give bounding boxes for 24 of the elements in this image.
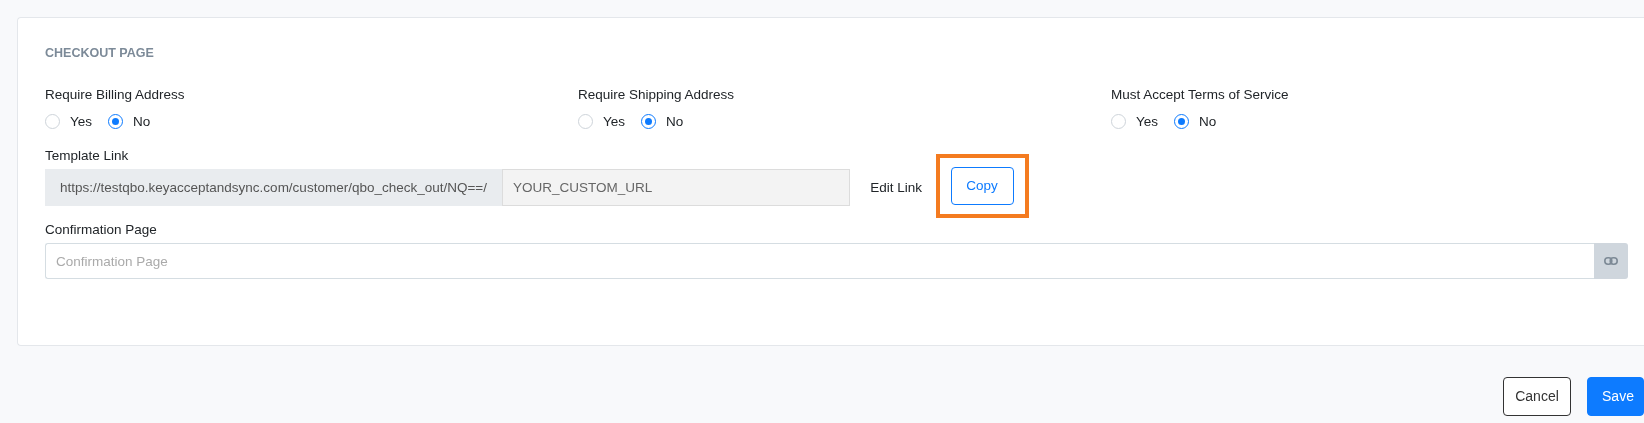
custom-url-field[interactable]: YOUR_CUSTOM_URL <box>502 169 850 207</box>
save-button[interactable]: Save <box>1587 377 1644 416</box>
field-label: Confirmation Page <box>45 220 158 239</box>
edit-link[interactable]: Edit Link <box>870 177 922 198</box>
option-label[interactable]: Yes <box>603 111 626 132</box>
url-prefix: https://testqbo.keyacceptandsync.com/customer/qbo_check_out/NQ==/ <box>45 169 502 207</box>
link-addon[interactable] <box>1594 243 1628 280</box>
group-label: Must Accept Terms of Service <box>1111 85 1290 104</box>
link-icon <box>1604 257 1618 266</box>
group-label: Require Billing Address <box>45 85 186 104</box>
option-label[interactable]: No <box>666 111 684 132</box>
cancel-button[interactable]: Cancel <box>1503 377 1571 416</box>
option-label[interactable]: No <box>1199 111 1217 132</box>
confirmation-page-field[interactable]: Confirmation Page <box>45 243 1594 280</box>
group-label: Require Shipping Address <box>578 85 736 104</box>
section-title: CHECKOUT PAGE <box>45 45 155 62</box>
option-label[interactable]: No <box>133 111 151 132</box>
radio-button[interactable] <box>641 114 657 130</box>
option-label[interactable]: Yes <box>70 111 93 132</box>
copy-button[interactable]: Copy <box>950 166 1014 205</box>
field-label: Template Link <box>45 146 130 165</box>
radio-button[interactable] <box>108 114 124 130</box>
radio-button[interactable] <box>1174 114 1190 130</box>
option-label[interactable]: Yes <box>1136 111 1159 132</box>
